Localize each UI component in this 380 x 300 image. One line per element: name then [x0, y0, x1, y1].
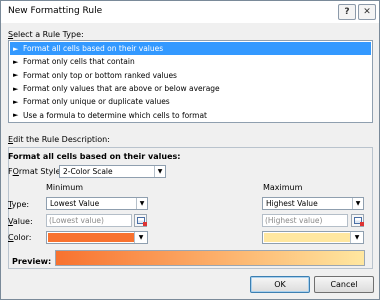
range-picker-icon [353, 217, 364, 226]
preview-label: Preview: [12, 257, 52, 266]
minimum-header: Minimum [46, 183, 84, 192]
format-style-dropdown[interactable]: 2-Color Scale ▼ [59, 165, 166, 178]
value-label: Value: [8, 217, 33, 226]
maximum-type-dropdown[interactable]: Highest Value ▼ [262, 197, 364, 210]
type-label: Type: [8, 200, 30, 209]
minimum-color-dropdown[interactable]: ▼ [46, 231, 148, 244]
ok-button[interactable]: OK [250, 276, 310, 293]
rule-type-item[interactable]: ► Format only values that are above or be… [10, 82, 371, 95]
minimum-color-swatch [48, 233, 134, 242]
rule-type-item[interactable]: ► Use a formula to determine which cells … [10, 108, 371, 121]
arrow-icon: ► [13, 57, 19, 66]
minimum-range-picker-button[interactable] [134, 214, 147, 227]
range-picker-icon [136, 217, 147, 226]
format-style-value: 2-Color Scale [63, 167, 113, 176]
chevron-down-icon[interactable]: ▼ [134, 232, 147, 243]
rule-description-label: Edit the Rule Description: [8, 135, 110, 144]
rule-type-item[interactable]: ► Format only cells that contain [10, 55, 371, 68]
minimum-type-value: Lowest Value [50, 199, 100, 208]
minimum-value-field[interactable]: (Lowest value) [46, 214, 132, 227]
arrow-icon: ► [13, 97, 19, 106]
rule-type-label: Select a Rule Type: [8, 30, 84, 39]
maximum-color-dropdown[interactable]: ▼ [262, 231, 364, 244]
chevron-down-icon[interactable]: ▼ [136, 198, 147, 209]
chevron-down-icon[interactable]: ▼ [154, 166, 165, 177]
cancel-button[interactable]: Cancel [314, 276, 374, 293]
close-icon: ✕ [363, 7, 371, 17]
rule-type-item[interactable]: ► Format only top or bottom ranked values [10, 69, 371, 82]
description-heading: Format all cells based on their values: [8, 152, 181, 161]
rule-type-item[interactable]: ► Format all cells based on their values [10, 42, 371, 56]
maximum-value-field[interactable]: (Highest value) [262, 214, 348, 227]
close-button[interactable]: ✕ [358, 4, 376, 20]
arrow-icon: ► [13, 111, 19, 120]
minimum-type-dropdown[interactable]: Lowest Value ▼ [46, 197, 148, 210]
rule-type-item[interactable]: ► Format only unique or duplicate values [10, 95, 371, 108]
maximum-header: Maximum [263, 183, 303, 192]
title-bar: New Formatting Rule ? ✕ [1, 1, 379, 23]
maximum-range-picker-button[interactable] [351, 214, 364, 227]
new-formatting-rule-dialog: New Formatting Rule ? ✕ Select a Rule Ty… [0, 0, 380, 300]
help-button[interactable]: ? [338, 4, 356, 20]
maximum-type-value: Highest Value [266, 199, 318, 208]
chevron-down-icon[interactable]: ▼ [352, 198, 363, 209]
arrow-icon: ► [13, 71, 19, 80]
help-icon: ? [344, 7, 350, 17]
format-style-label: FOrmat Style: [8, 167, 64, 176]
maximum-color-swatch [264, 233, 350, 242]
color-scale-preview [55, 250, 365, 266]
dialog-title: New Formatting Rule [8, 6, 103, 16]
color-label: Color: [8, 233, 32, 242]
rule-type-list[interactable]: ► Format all cells based on their values … [8, 40, 373, 123]
arrow-icon: ► [13, 84, 19, 93]
arrow-icon: ► [13, 44, 19, 53]
chevron-down-icon[interactable]: ▼ [350, 232, 363, 243]
